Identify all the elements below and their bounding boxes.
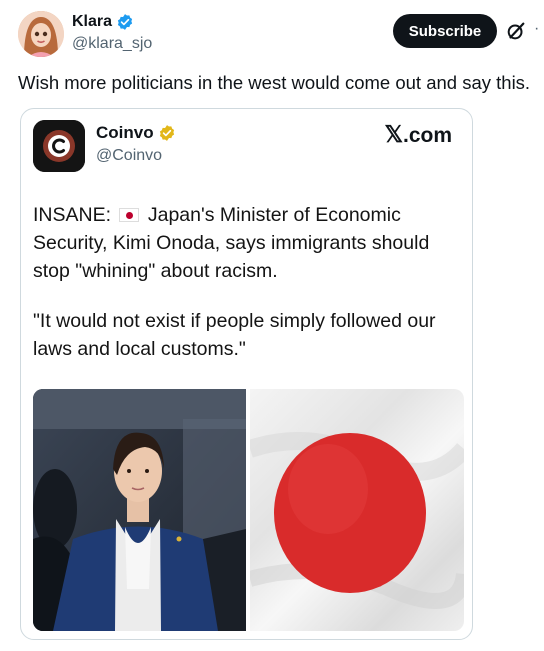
author-handle[interactable]: @klara_sjo <box>72 34 152 54</box>
japan-flag-icon <box>119 208 140 222</box>
coinvo-logo[interactable] <box>33 120 85 172</box>
post-header: Klara @klara_sjo Subscribe · <box>0 0 544 66</box>
author-name[interactable]: Klara <box>72 12 112 32</box>
post-text: Wish more politicians in the west would … <box>18 72 531 93</box>
quoted-post-card[interactable]: Coinvo @Coinvo 𝕏.com INSANE: Japan's Min… <box>20 108 473 640</box>
quoted-text: INSANE: Japan's Minister of Economic Sec… <box>33 201 463 363</box>
gold-verified-badge-icon <box>158 124 176 142</box>
minister-photo[interactable] <box>33 389 246 631</box>
quoted-author-name[interactable]: Coinvo <box>96 123 154 143</box>
japan-flag-image[interactable] <box>250 389 464 631</box>
subscribe-button[interactable]: Subscribe <box>393 14 497 48</box>
quoted-quote: "It would not exist if people simply fol… <box>33 310 436 360</box>
more-options-icon[interactable]: · <box>534 20 539 38</box>
grok-icon[interactable] <box>505 20 527 42</box>
x-com-label: 𝕏.com <box>384 121 452 148</box>
media-grid <box>33 389 464 631</box>
site-suffix: .com <box>402 124 452 147</box>
x-logo-icon: 𝕏 <box>384 121 403 147</box>
avatar[interactable] <box>18 11 64 57</box>
quoted-author-handle[interactable]: @Coinvo <box>96 147 162 165</box>
quoted-line-prefix: INSANE: <box>33 204 117 226</box>
verified-badge-icon <box>116 13 134 31</box>
author-block: Klara @klara_sjo <box>72 12 152 54</box>
